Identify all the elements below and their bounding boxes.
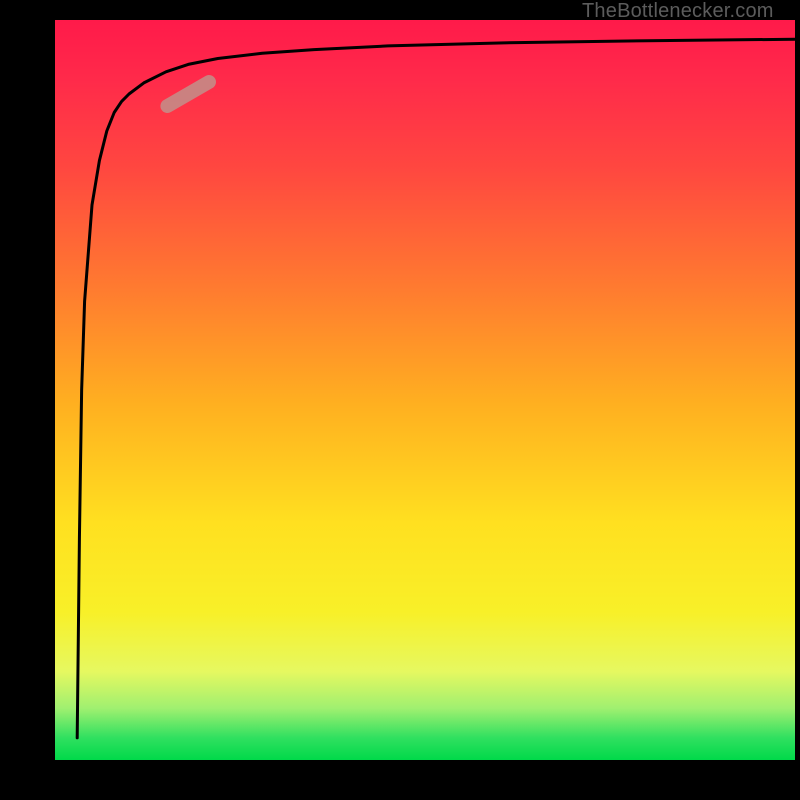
- plot-area: [55, 20, 795, 760]
- attribution-text: TheBottlenecker.com: [582, 0, 774, 23]
- highlight-pill: [158, 72, 219, 115]
- chart-frame: TheBottlenecker.com: [0, 0, 800, 800]
- bottleneck-curve: [77, 39, 795, 738]
- curve-layer: [55, 20, 795, 760]
